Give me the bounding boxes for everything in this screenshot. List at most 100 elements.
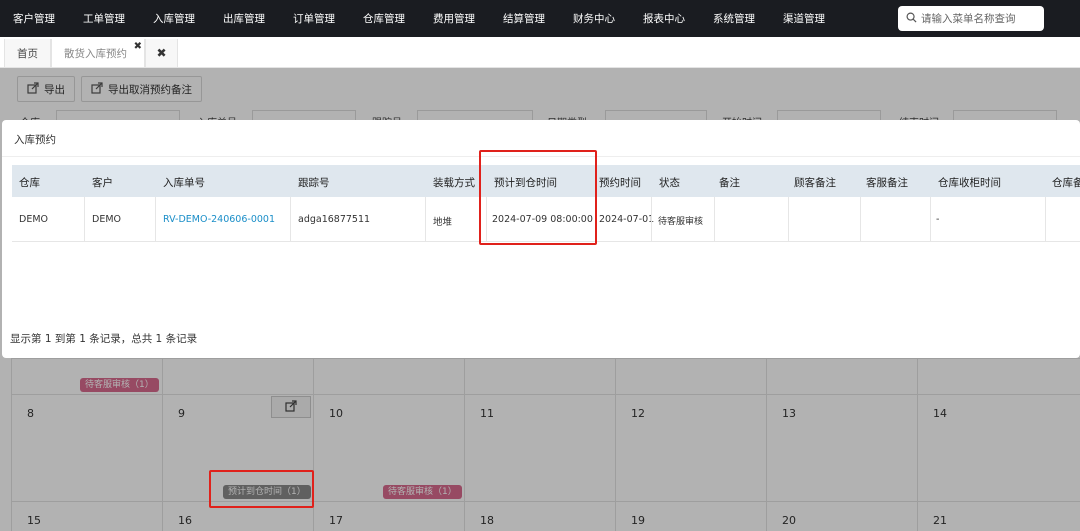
calendar-cell[interactable]: 18 — [464, 502, 615, 531]
menu-finance[interactable]: 财务中心 — [560, 11, 615, 26]
calendar-cell[interactable]: 19 — [615, 502, 766, 531]
column-divider — [788, 197, 789, 242]
cell-eta: 2024-07-09 08:00:00 — [492, 214, 593, 225]
calendar-cell[interactable]: 8 — [11, 395, 162, 501]
calendar-day: 18 — [480, 514, 494, 527]
tab-home[interactable]: 首页 — [4, 39, 51, 67]
export-icon — [91, 81, 103, 97]
calendar-day: 21 — [933, 514, 947, 527]
export-label: 导出 — [44, 83, 65, 96]
tab-close-icon[interactable]: ✖ — [134, 41, 142, 52]
menu-workorder[interactable]: 工单管理 — [70, 11, 125, 26]
col-tracking-no[interactable]: 跟踪号 — [298, 175, 330, 190]
column-divider — [290, 197, 291, 242]
calendar: 待客服审核（1） 8 9 预计到仓时间（1） 10 待客服审核（1） 11 12… — [11, 358, 1080, 531]
col-receive-time[interactable]: 仓库收柜时间 — [938, 175, 1001, 190]
calendar-cell[interactable] — [313, 359, 464, 394]
table-header: 仓库 客户 入库单号 跟踪号 装载方式 预计到仓时间 预约时间 状态 备注 顾客… — [12, 165, 1080, 197]
status-badge[interactable]: 待客服审核（1） — [80, 378, 159, 392]
col-status[interactable]: 状态 — [659, 175, 680, 190]
export-cancel-remark-label: 导出取消预约备注 — [108, 83, 192, 96]
export-cancel-remark-button[interactable]: 导出取消预约备注 — [81, 76, 202, 102]
calendar-cell[interactable] — [464, 359, 615, 394]
calendar-day: 13 — [782, 407, 796, 420]
edit-icon — [285, 399, 297, 415]
top-nav: 客户管理 工单管理 入库管理 出库管理 订单管理 仓库管理 费用管理 结算管理 … — [0, 0, 1080, 37]
col-warehouse[interactable]: 仓库 — [19, 175, 40, 190]
menu-inbound[interactable]: 入库管理 — [140, 11, 195, 26]
edit-button[interactable] — [271, 396, 311, 418]
col-booking-time[interactable]: 预约时间 — [599, 175, 641, 190]
calendar-day: 20 — [782, 514, 796, 527]
column-divider — [1045, 197, 1046, 242]
calendar-day: 19 — [631, 514, 645, 527]
close-icon: ✖ — [156, 46, 167, 60]
calendar-week-1: 待客服审核（1） — [11, 358, 1080, 394]
column-divider — [595, 197, 596, 242]
cell-receive-time: - — [936, 214, 940, 225]
cell-warehouse: DEMO — [19, 214, 48, 225]
col-cs-remark[interactable]: 客服备注 — [866, 175, 908, 190]
column-divider — [860, 197, 861, 242]
col-inbound-no[interactable]: 入库单号 — [163, 175, 205, 190]
menu-system[interactable]: 系统管理 — [700, 11, 755, 26]
top-menu: 客户管理 工单管理 入库管理 出库管理 订单管理 仓库管理 费用管理 结算管理 … — [0, 0, 840, 37]
calendar-cell[interactable]: 15 — [11, 502, 162, 531]
menu-search-input[interactable] — [921, 12, 1041, 25]
tab-bar: 首页 散货入库预约 ✖ ✖ — [0, 38, 1080, 68]
status-badge[interactable]: 待客服审核（1） — [383, 485, 462, 499]
calendar-cell[interactable]: 17 — [313, 502, 464, 531]
calendar-week-2: 8 9 预计到仓时间（1） 10 待客服审核（1） 11 12 13 14 — [11, 394, 1080, 501]
calendar-cell[interactable] — [766, 359, 917, 394]
column-divider — [714, 197, 715, 242]
eta-badge[interactable]: 预计到仓时间（1） — [223, 485, 311, 499]
toolbar: 导出 导出取消预约备注 — [17, 76, 202, 102]
calendar-cell[interactable]: 21 — [917, 502, 1080, 531]
col-customer-remark[interactable]: 顾客备注 — [794, 175, 836, 190]
calendar-cell[interactable]: 12 — [615, 395, 766, 501]
calendar-cell[interactable] — [615, 359, 766, 394]
column-divider — [930, 197, 931, 242]
menu-channel[interactable]: 渠道管理 — [770, 11, 825, 26]
export-button[interactable]: 导出 — [17, 76, 75, 102]
menu-fee[interactable]: 费用管理 — [420, 11, 475, 26]
menu-settlement[interactable]: 结算管理 — [490, 11, 545, 26]
menu-report[interactable]: 报表中心 — [630, 11, 685, 26]
cell-load-method: 地堆 — [433, 217, 453, 228]
col-customer[interactable]: 客户 — [92, 175, 113, 190]
calendar-cell[interactable] — [917, 359, 1080, 394]
menu-search[interactable] — [898, 6, 1044, 31]
column-divider — [155, 197, 156, 242]
col-remark[interactable]: 备注 — [719, 175, 740, 190]
calendar-day: 17 — [329, 514, 343, 527]
menu-outbound[interactable]: 出库管理 — [210, 11, 265, 26]
calendar-cell[interactable]: 11 — [464, 395, 615, 501]
menu-warehouse[interactable]: 仓库管理 — [350, 11, 405, 26]
calendar-day: 9 — [178, 407, 185, 420]
cell-inbound-no-link[interactable]: RV-DEMO-240606-0001 — [163, 214, 275, 225]
menu-order[interactable]: 订单管理 — [280, 11, 335, 26]
calendar-day: 11 — [480, 407, 494, 420]
calendar-cell[interactable] — [162, 359, 313, 394]
col-load-method[interactable]: 装载方式 — [433, 175, 475, 190]
calendar-cell[interactable]: 9 预计到仓时间（1） — [162, 395, 313, 501]
tab-home-label: 首页 — [17, 47, 38, 60]
menu-customer[interactable]: 客户管理 — [0, 11, 55, 26]
calendar-cell[interactable]: 14 — [917, 395, 1080, 501]
calendar-cell[interactable]: 16 — [162, 502, 313, 531]
calendar-day: 8 — [27, 407, 34, 420]
cell-booking-time: 2024-07-01 — [599, 214, 655, 225]
cell-tracking-no: adga16877511 — [298, 214, 371, 225]
close-all-tabs-button[interactable]: ✖ — [145, 39, 178, 67]
calendar-cell[interactable]: 10 待客服审核（1） — [313, 395, 464, 501]
tab-bulk-inbound-label: 散货入库预约 — [64, 47, 127, 60]
export-icon — [27, 81, 39, 97]
table-row[interactable]: DEMO DEMO RV-DEMO-240606-0001 adga168775… — [12, 197, 1080, 242]
calendar-cell[interactable]: 20 — [766, 502, 917, 531]
col-eta[interactable]: 预计到仓时间 — [494, 175, 557, 190]
calendar-day: 15 — [27, 514, 41, 527]
tab-bulk-inbound[interactable]: 散货入库预约 ✖ — [51, 39, 145, 67]
calendar-cell[interactable]: 13 — [766, 395, 917, 501]
col-wh-remark[interactable]: 仓库备 — [1052, 175, 1080, 190]
calendar-cell[interactable]: 待客服审核（1） — [11, 359, 162, 394]
